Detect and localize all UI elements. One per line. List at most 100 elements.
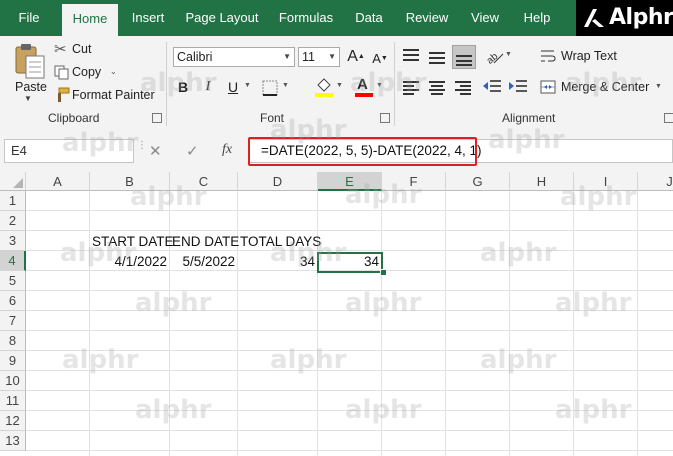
gridline [26,370,673,371]
column-header-h[interactable]: H [510,172,574,191]
merge-center-button[interactable]: Merge & Center ▼ [540,78,670,98]
cell-c3[interactable]: END DATE [172,231,239,251]
fill-color-button[interactable]: ▼ [314,76,346,100]
increase-indent-icon [509,80,527,92]
font-name-select[interactable]: Calibri ▼ [173,47,295,67]
cell-c4[interactable]: 5/5/2022 [170,251,235,271]
increase-font-size-icon[interactable]: A▲ [346,47,366,67]
tab-view[interactable]: View [464,0,506,36]
increase-indent-button[interactable] [508,77,530,99]
tab-help[interactable]: Help [516,0,558,36]
paste-chevron-icon: ▼ [24,94,32,103]
cut-label: Cut [72,42,92,56]
chevron-down-icon: ▼ [336,82,343,89]
row-header-12[interactable]: 12 [0,411,26,431]
paste-button[interactable]: Paste ▼ [10,40,50,106]
name-box[interactable]: E4 [4,139,134,163]
row-header-9[interactable]: 9 [0,351,26,371]
cancel-icon[interactable]: ✕ [149,142,162,160]
row-header-6[interactable]: 6 [0,291,26,311]
gridline [509,191,510,456]
column-header-b[interactable]: B [90,172,170,191]
font-color-button[interactable]: A ▼ [354,76,386,100]
gridline [26,410,673,411]
decrease-font-size-icon[interactable]: A▼ [370,49,390,69]
bold-button[interactable]: B [173,77,193,97]
tab-insert[interactable]: Insert [124,0,172,36]
align-left-button[interactable] [400,77,422,99]
alignment-dialog-launcher-icon[interactable] [664,113,673,123]
font-name-value: Calibri [177,50,213,64]
tab-data[interactable]: Data [348,0,390,36]
row-header-3[interactable]: 3 [0,231,26,251]
font-dialog-launcher-icon[interactable] [380,113,390,123]
insert-function-icon[interactable]: fx [222,142,232,158]
bottom-align-button[interactable] [452,45,476,69]
column-header-i[interactable]: I [574,172,638,191]
chevron-down-icon: ▼ [282,82,289,89]
borders-icon [262,80,278,96]
cell-d4[interactable]: 34 [238,251,315,271]
paintbrush-icon [58,87,70,102]
row-header-2[interactable]: 2 [0,211,26,231]
chevron-down-icon: ▼ [376,82,383,89]
tab-file[interactable]: File [6,0,52,36]
fill-handle[interactable] [380,269,387,276]
clipboard-group-label: Clipboard [48,111,100,125]
orientation-button[interactable]: ab ▼ [484,46,514,68]
row-header-1[interactable]: 1 [0,191,26,211]
chevron-down-icon: ▼ [328,52,336,61]
font-color-swatch [355,93,373,97]
column-header-d[interactable]: D [238,172,318,191]
paste-icon [15,44,45,79]
format-painter-button[interactable]: Format Painter [52,86,156,106]
top-align-button[interactable] [400,46,422,68]
column-header-c[interactable]: C [170,172,238,191]
row-header-8[interactable]: 8 [0,331,26,351]
tab-formulas[interactable]: Formulas [273,0,339,36]
gridline [26,350,673,351]
row-header-7[interactable]: 7 [0,311,26,331]
underline-chevron-icon[interactable]: ▼ [244,82,251,89]
row-header-4[interactable]: 4 [0,251,26,271]
tab-home[interactable]: Home [62,4,118,36]
group-divider [394,42,395,126]
column-header-g[interactable]: G [446,172,510,191]
column-header-f[interactable]: F [382,172,446,191]
font-group-label: Font [260,111,285,125]
select-all-corner[interactable] [0,172,26,191]
clipboard-dialog-launcher-icon[interactable] [152,113,162,123]
tab-page-layout[interactable]: Page Layout [180,0,264,36]
merge-center-label: Merge & Center [561,80,650,94]
alphr-logo-icon [584,9,604,27]
enter-check-icon[interactable]: ✓ [186,142,199,160]
wrap-text-button[interactable]: Wrap Text [540,47,640,67]
logo-text: Alphr [609,5,673,30]
copy-button[interactable]: Copy ⌄ [52,63,122,83]
column-header-a[interactable]: A [26,172,90,191]
row-header-5[interactable]: 5 [0,271,26,291]
active-cell-cursor [317,252,383,273]
decrease-indent-button[interactable] [482,77,504,99]
cell-b4[interactable]: 4/1/2022 [90,251,167,271]
column-header-j[interactable]: J [638,172,673,191]
align-center-button[interactable] [426,77,448,99]
underline-button[interactable]: U [223,77,243,97]
italic-button[interactable]: I [198,77,218,97]
row-header-11[interactable]: 11 [0,391,26,411]
align-right-button[interactable] [452,77,474,99]
cell-b3[interactable]: START DATE [92,231,174,251]
ribbon: Paste ▼ ✂ Cut Copy ⌄ Format Painter Clip… [0,36,673,131]
gridline [26,450,673,451]
tab-review[interactable]: Review [399,0,455,36]
cut-button[interactable]: ✂ Cut [52,40,112,60]
middle-align-button[interactable] [426,46,448,68]
row-header-10[interactable]: 10 [0,371,26,391]
copy-label: Copy [72,65,102,79]
font-size-select[interactable]: 11 ▼ [298,47,340,67]
row-header-13[interactable]: 13 [0,431,26,451]
borders-button[interactable]: ▼ [262,78,292,98]
formula-bar-resize-handle[interactable]: ⋮ [137,141,147,151]
cell-d3[interactable]: TOTAL DAYS [240,231,321,251]
column-header-e[interactable]: E [318,172,382,191]
